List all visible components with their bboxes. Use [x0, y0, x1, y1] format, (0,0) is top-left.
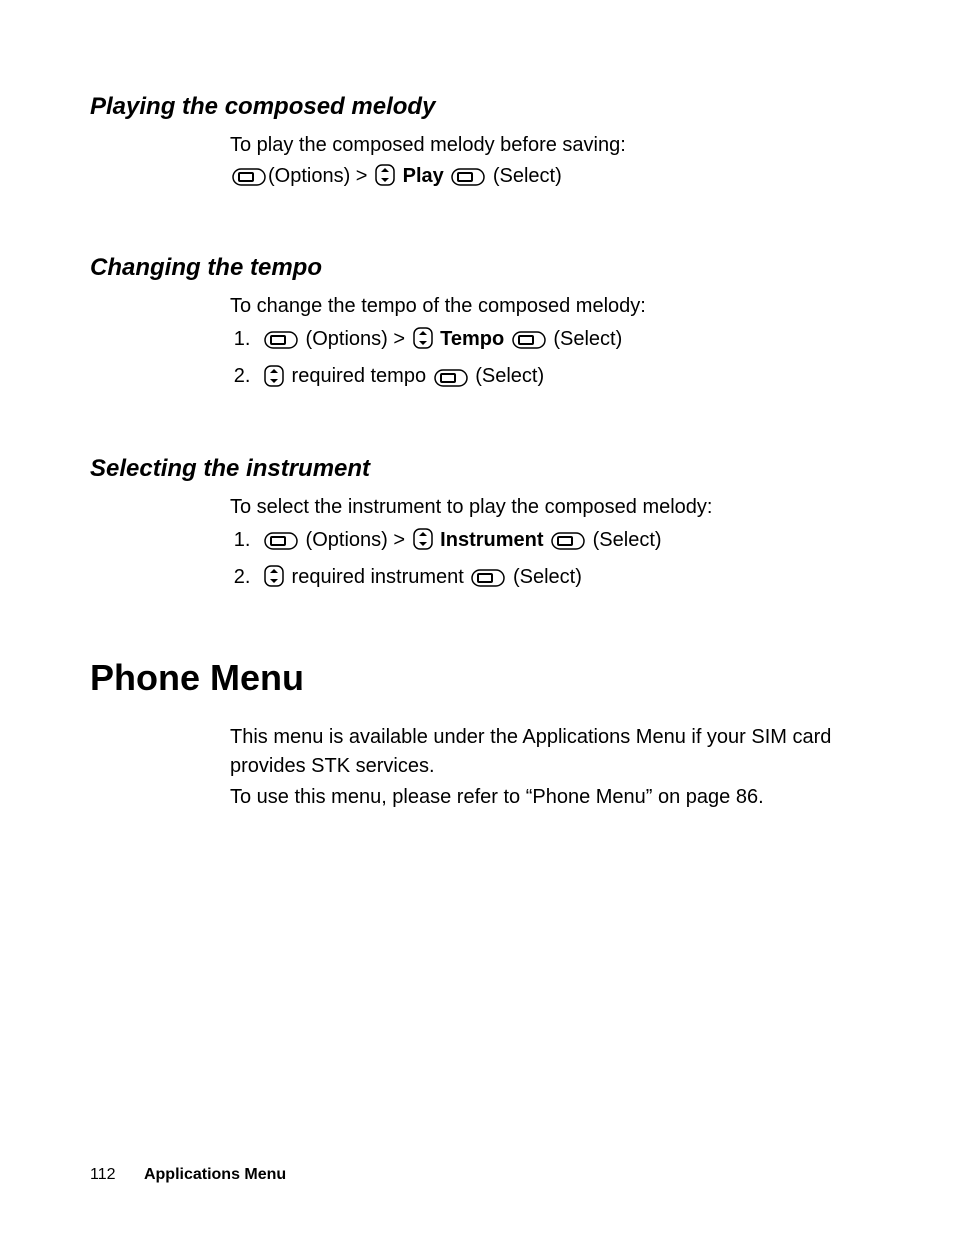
text-required-instrument: required instrument — [286, 566, 469, 588]
nav-updown-icon — [264, 365, 284, 396]
nav-updown-icon — [375, 164, 395, 195]
steps-instrument: (Options) > Instrument (Select) required… — [230, 526, 864, 597]
paragraph-1: This menu is available under the Applica… — [230, 723, 864, 781]
subsection-playing: To play the composed melody before savin… — [230, 131, 864, 195]
step-2: required tempo (Select) — [256, 362, 864, 395]
text-options: (Options) > — [268, 165, 373, 187]
heading-phone-menu: Phone Menu — [90, 652, 864, 704]
intro-playing: To play the composed melody before savin… — [230, 131, 864, 160]
footer-section-name: Applications Menu — [144, 1166, 286, 1183]
page-number: 112 — [90, 1166, 116, 1183]
subheading-instrument: Selecting the instrument — [90, 452, 864, 487]
label-play: Play — [403, 165, 450, 187]
document-page: Playing the composed melody To play the … — [0, 0, 954, 1240]
paragraph-2: To use this menu, please refer to “Phone… — [230, 783, 864, 812]
step-1: (Options) > Tempo (Select) — [256, 325, 864, 358]
nav-updown-icon — [264, 565, 284, 596]
softkey-icon — [264, 530, 298, 559]
softkey-icon — [471, 567, 505, 596]
subsection-instrument: To select the instrument to play the com… — [230, 493, 864, 597]
softkey-icon — [451, 166, 485, 195]
step-1: (Options) > Instrument (Select) — [256, 526, 864, 559]
softkey-icon — [232, 166, 266, 195]
steps-tempo: (Options) > Tempo (Select) required temp… — [230, 325, 864, 396]
section-phone-menu: This menu is available under the Applica… — [230, 723, 864, 812]
softkey-icon — [551, 530, 585, 559]
page-footer: 112 Applications Menu — [90, 1166, 286, 1184]
subheading-tempo: Changing the tempo — [90, 251, 864, 286]
text-select: (Select) — [470, 365, 544, 387]
intro-instrument: To select the instrument to play the com… — [230, 493, 864, 522]
text-options: (Options) > — [300, 328, 411, 350]
label-instrument: Instrument — [440, 529, 549, 551]
text-select: (Select) — [587, 529, 661, 551]
step-2: required instrument (Select) — [256, 563, 864, 596]
text-options: (Options) > — [300, 529, 411, 551]
subheading-playing: Playing the composed melody — [90, 90, 864, 125]
softkey-icon — [434, 367, 468, 396]
page-content: Playing the composed melody To play the … — [90, 90, 864, 812]
softkey-icon — [264, 329, 298, 358]
label-tempo: Tempo — [440, 328, 510, 350]
nav-updown-icon — [413, 528, 433, 559]
step-playing: (Options) > Play (Select) — [230, 162, 864, 195]
subsection-tempo: To change the tempo of the composed melo… — [230, 292, 864, 396]
text-select: (Select) — [507, 566, 581, 588]
intro-tempo: To change the tempo of the composed melo… — [230, 292, 864, 321]
text-select: (Select) — [548, 328, 622, 350]
softkey-icon — [512, 329, 546, 358]
text-select: (Select) — [487, 165, 561, 187]
text-required-tempo: required tempo — [286, 365, 432, 387]
nav-updown-icon — [413, 327, 433, 358]
